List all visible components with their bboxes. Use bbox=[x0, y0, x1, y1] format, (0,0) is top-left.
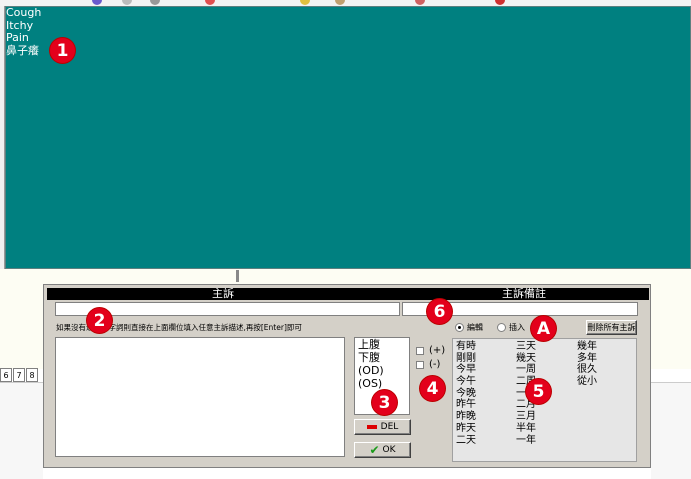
time-item[interactable]: 二天 bbox=[456, 435, 476, 447]
page-number[interactable]: 7 bbox=[13, 368, 25, 382]
radio-edit-label: 編輯 bbox=[467, 323, 483, 332]
site-item[interactable]: 上腹 bbox=[355, 338, 409, 351]
radio-edit[interactable] bbox=[455, 323, 464, 332]
header-main-label: 主訴 bbox=[212, 287, 234, 300]
plus-checkbox-row[interactable]: (+) bbox=[416, 345, 445, 356]
delete-button-label: DEL bbox=[380, 422, 399, 432]
complaint-list: Cough Itchy Pain 鼻子癢 bbox=[6, 6, 41, 58]
time-item[interactable]: 三天 bbox=[516, 341, 536, 353]
complaint-item[interactable]: Pain bbox=[6, 31, 41, 45]
callout-badge-a: A bbox=[531, 316, 556, 341]
callout-badge-2: 2 bbox=[87, 308, 112, 333]
radio-insert-label: 插入 bbox=[509, 323, 525, 332]
toolbar-icon[interactable] bbox=[300, 0, 310, 5]
page-number-strip: 6 7 8 bbox=[0, 368, 39, 382]
callout-badge-3: 3 bbox=[372, 390, 397, 415]
toolbar-icon[interactable] bbox=[335, 0, 345, 5]
background-area bbox=[651, 382, 691, 479]
clear-all-complaints-button[interactable]: 刪除所有主訴 bbox=[586, 320, 637, 335]
time-item[interactable]: 有時 bbox=[456, 341, 476, 353]
page-number[interactable]: 8 bbox=[26, 368, 38, 382]
splitter-handle[interactable] bbox=[236, 270, 239, 282]
time-column-1: 有時 剛剛 今早 今午 今晚 昨午 昨晚 昨天 二天 bbox=[456, 341, 476, 446]
time-item[interactable]: 幾年 bbox=[577, 341, 597, 353]
time-item[interactable]: 很久 bbox=[577, 364, 597, 376]
ok-button-label: OK bbox=[382, 445, 396, 455]
callout-badge-5: 5 bbox=[526, 379, 551, 404]
site-item[interactable]: (OS) bbox=[355, 377, 409, 390]
time-item[interactable]: 昨晚 bbox=[456, 411, 476, 423]
time-item[interactable]: 三月 bbox=[516, 411, 536, 423]
toolbar-icon[interactable] bbox=[122, 0, 132, 5]
toolbar-icon[interactable] bbox=[415, 0, 425, 5]
complaint-word-list[interactable] bbox=[55, 337, 345, 457]
site-item[interactable]: (OD) bbox=[355, 364, 409, 377]
radio-insert[interactable] bbox=[497, 323, 506, 332]
toolbar-icon[interactable] bbox=[92, 0, 102, 5]
checkmark-icon: ✔ bbox=[369, 443, 380, 457]
site-item[interactable]: 下腹 bbox=[355, 351, 409, 364]
plus-checkbox-label: (+) bbox=[429, 345, 446, 356]
minus-checkbox-row[interactable]: (-) bbox=[416, 359, 440, 370]
time-item[interactable]: 半年 bbox=[516, 423, 536, 435]
toolbar-icon[interactable] bbox=[495, 0, 505, 5]
page-number[interactable]: 6 bbox=[0, 368, 12, 382]
callout-badge-6: 6 bbox=[427, 299, 452, 324]
complaint-display-panel[interactable]: Cough Itchy Pain 鼻子癢 1 bbox=[5, 6, 691, 269]
callout-badge-1: 1 bbox=[50, 38, 75, 63]
ok-button[interactable]: ✔ OK bbox=[354, 442, 411, 458]
time-item[interactable]: 昨午 bbox=[456, 399, 476, 411]
minus-checkbox-label: (-) bbox=[429, 359, 441, 370]
time-item[interactable]: 昨天 bbox=[456, 423, 476, 435]
time-item[interactable]: 從小 bbox=[577, 376, 597, 388]
time-item[interactable]: 一周 bbox=[516, 364, 536, 376]
time-column-3: 幾年 多年 很久 從小 bbox=[577, 341, 597, 388]
plus-checkbox[interactable] bbox=[416, 346, 424, 355]
complaint-item[interactable]: 鼻子癢 bbox=[6, 44, 41, 58]
minus-checkbox[interactable] bbox=[416, 360, 424, 369]
delete-button[interactable]: DEL bbox=[354, 419, 411, 435]
background-area bbox=[0, 382, 43, 479]
dialog-header-bar: 主訴 主訴備註 bbox=[47, 288, 649, 300]
time-item[interactable]: 一年 bbox=[516, 435, 536, 447]
time-item[interactable]: 今晚 bbox=[456, 388, 476, 400]
callout-badge-4: 4 bbox=[420, 376, 445, 401]
time-item[interactable]: 今早 bbox=[456, 364, 476, 376]
delete-icon bbox=[366, 425, 377, 429]
time-item[interactable]: 多年 bbox=[577, 353, 597, 365]
edit-mode-radio-group: 編輯 插入 bbox=[455, 322, 539, 333]
header-note-label: 主訴備註 bbox=[502, 287, 546, 300]
time-item[interactable]: 今午 bbox=[456, 376, 476, 388]
complaint-item[interactable]: Cough bbox=[6, 6, 41, 20]
toolbar-icon[interactable] bbox=[205, 0, 215, 5]
time-item[interactable]: 剛剛 bbox=[456, 353, 476, 365]
toolbar-icon[interactable] bbox=[150, 0, 160, 5]
time-item[interactable]: 幾天 bbox=[516, 353, 536, 365]
